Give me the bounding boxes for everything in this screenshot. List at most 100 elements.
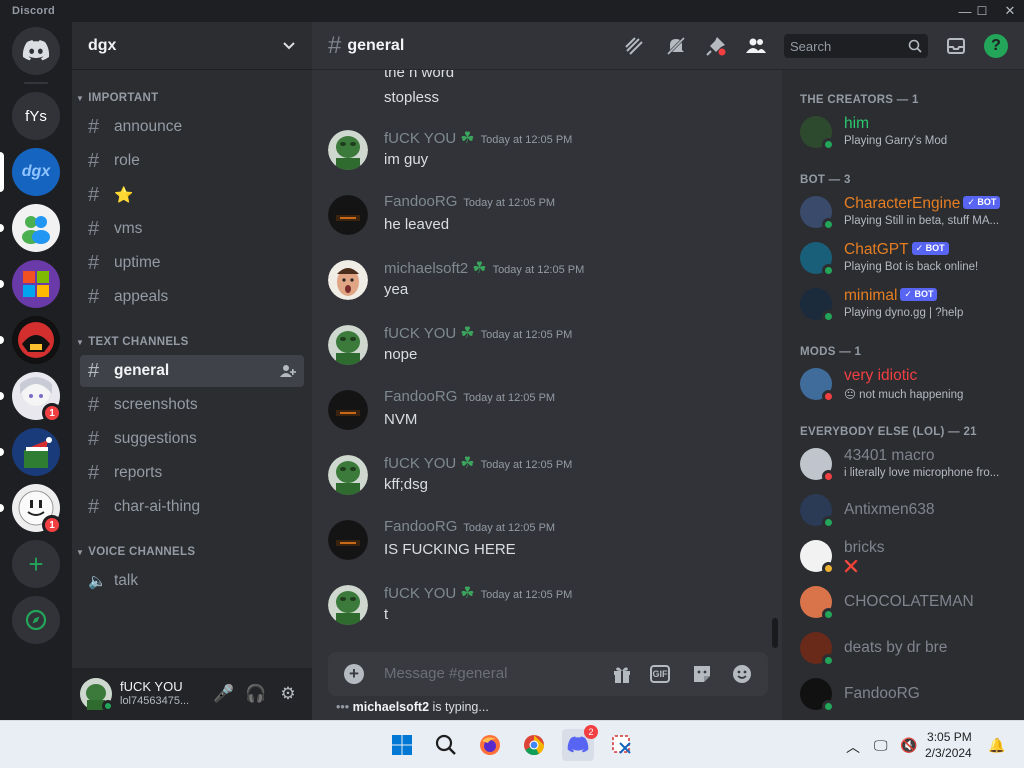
message-composer[interactable]: + Message #general GIF [328,652,768,696]
message-avatar[interactable] [328,455,368,495]
member-name: ChatGPT [844,241,909,258]
message-author[interactable]: FandooRG [384,193,457,210]
channel-announce[interactable]: # announce [80,111,304,143]
help-icon[interactable]: ? [984,34,1008,58]
message[interactable]: fUCK YOU ☘ Today at 12:05 PM nope [328,323,768,383]
channel-suggestions[interactable]: # suggestions [80,423,304,455]
message[interactable]: FandooRG Today at 12:05 PM NVM [328,388,768,448]
message-author[interactable]: FandooRG [384,388,457,405]
emoji-icon[interactable] [730,662,754,686]
volume-muted-icon[interactable]: 🔇 [900,737,917,754]
server-red-mask[interactable] [0,316,60,364]
user-avatar[interactable] [80,678,114,712]
member-item[interactable]: bricks ❌ [800,534,1024,578]
tray-chevron-up-icon[interactable]: ︿ [846,737,860,757]
network-icon[interactable]: 🖵 [874,737,888,754]
discord-taskbar[interactable]: 2 [562,725,598,761]
message-avatar[interactable] [328,520,368,560]
message-avatar[interactable] [328,130,368,170]
member-item[interactable]: minimal ✓ BOT Playing dyno.gg | ?help [800,282,1024,326]
upload-plus-icon[interactable]: + [344,664,364,684]
add-member-icon[interactable] [280,363,296,379]
message[interactable]: fUCK YOU ☘ Today at 12:05 PM kff;dsg [328,453,768,513]
message-author[interactable]: fUCK YOU [384,130,456,147]
channel-general[interactable]: # general [80,355,304,387]
pin-icon[interactable] [704,34,728,58]
message-timestamp: Today at 12:05 PM [463,392,556,404]
category-important[interactable]: ▼ IMPORTANT [76,92,158,104]
member-item[interactable]: CHOCOLATEMAN [800,580,1024,624]
channel-role[interactable]: # role [80,145,304,177]
threads-icon[interactable] [622,34,646,58]
message-author[interactable]: fUCK YOU [384,455,456,472]
search-input[interactable]: Search [784,34,928,58]
add-server-button[interactable]: + [12,540,60,588]
message-author[interactable]: michaelsoft2 [384,260,468,277]
server-windows[interactable] [0,260,60,308]
message-avatar[interactable] [328,195,368,235]
member-item[interactable]: Antixmen638 [800,488,1024,532]
gift-icon[interactable] [610,662,634,686]
close-button[interactable]: ✕ [993,0,1024,22]
server-smiley[interactable]: 1 [0,484,62,535]
server-messenger[interactable] [0,204,60,252]
explore-servers-button[interactable] [12,596,60,644]
category-text-channels[interactable]: ▼ TEXT CHANNELS [76,336,189,348]
message[interactable]: fUCK YOU ☘ Today at 12:05 PM t [328,583,768,643]
member-item[interactable]: 43401 macro i literally love microphone f… [800,442,1024,486]
user-info[interactable]: fUCK YOU lol74563475... [120,679,189,709]
channel-screenshots[interactable]: # screenshots [80,389,304,421]
member-item[interactable]: FandooRG [800,672,1024,716]
clock-time: 3:05 PM [927,730,972,744]
member-item[interactable]: him Playing Garry's Mod [800,110,1024,154]
channel-star[interactable]: # ⭐ [80,179,304,211]
member-item[interactable]: ChatGPT ✓ BOT Playing Bot is back online! [800,236,1024,280]
firefox-taskbar[interactable] [474,729,506,761]
member-list-icon[interactable] [744,34,768,58]
message-avatar[interactable] [328,325,368,365]
home-button[interactable] [12,27,60,75]
member-item[interactable]: CharacterEngine ✓ BOT Playing Still in bet… [800,190,1024,234]
message[interactable]: fUCK YOU ☘ Today at 12:05 PM im guy [328,128,768,188]
hash-icon: # [88,149,100,172]
channel-appeals[interactable]: # appeals [80,281,304,313]
message-avatar[interactable] [328,585,368,625]
microphone-icon[interactable]: 🎤 [212,682,236,706]
channel-uptime[interactable]: # uptime [80,247,304,279]
message[interactable]: FandooRG Today at 12:05 PM he leaved [328,193,768,253]
scrollbar-thumb[interactable] [772,618,778,648]
message-author[interactable]: FandooRG [384,518,457,535]
start-button[interactable] [386,729,418,761]
bell-muted-icon[interactable] [664,34,688,58]
headphones-icon[interactable]: 🎧 [244,682,268,706]
server-fys[interactable]: fYs [12,92,60,140]
taskbar-clock[interactable]: 3:05 PM 2/3/2024 [925,729,972,761]
category-label: IMPORTANT [88,92,159,104]
sticker-icon[interactable] [690,662,714,686]
gear-icon[interactable]: ⚙ [276,682,300,706]
channel-vms[interactable]: # vms [80,213,304,245]
taskbar-search[interactable] [430,729,462,761]
message-avatar[interactable] [328,390,368,430]
channel-talk[interactable]: 🔈 talk [80,565,304,597]
message-input[interactable]: Message #general [384,665,507,682]
inbox-icon[interactable] [944,34,968,58]
channel-reports[interactable]: # reports [80,457,304,489]
server-dgx[interactable]: dgx [0,148,60,196]
message-author[interactable]: fUCK YOU [384,585,456,602]
channel-char-ai-thing[interactable]: # char-ai-thing [80,491,304,523]
chrome-taskbar[interactable] [518,729,550,761]
server-anime[interactable]: 1 [0,372,62,423]
member-item[interactable]: deats by dr bre [800,626,1024,670]
server-christmas[interactable] [0,428,60,476]
message-author[interactable]: fUCK YOU [384,325,456,342]
notification-bell-icon[interactable]: 🔔 [988,737,1005,754]
message[interactable]: FandooRG Today at 12:05 PM IS FUCKING HERE [328,518,768,578]
message-avatar[interactable] [328,260,368,300]
gif-button[interactable]: GIF [650,665,670,683]
member-item[interactable]: very idiotic 😐 not much happening [800,362,1024,406]
category-voice-channels[interactable]: ▼ VOICE CHANNELS [76,546,195,558]
message[interactable]: michaelsoft2 ☘ Today at 12:05 PM yea [328,258,768,318]
snipping-tool-taskbar[interactable] [606,729,638,761]
guild-header[interactable]: dgx [72,22,312,70]
